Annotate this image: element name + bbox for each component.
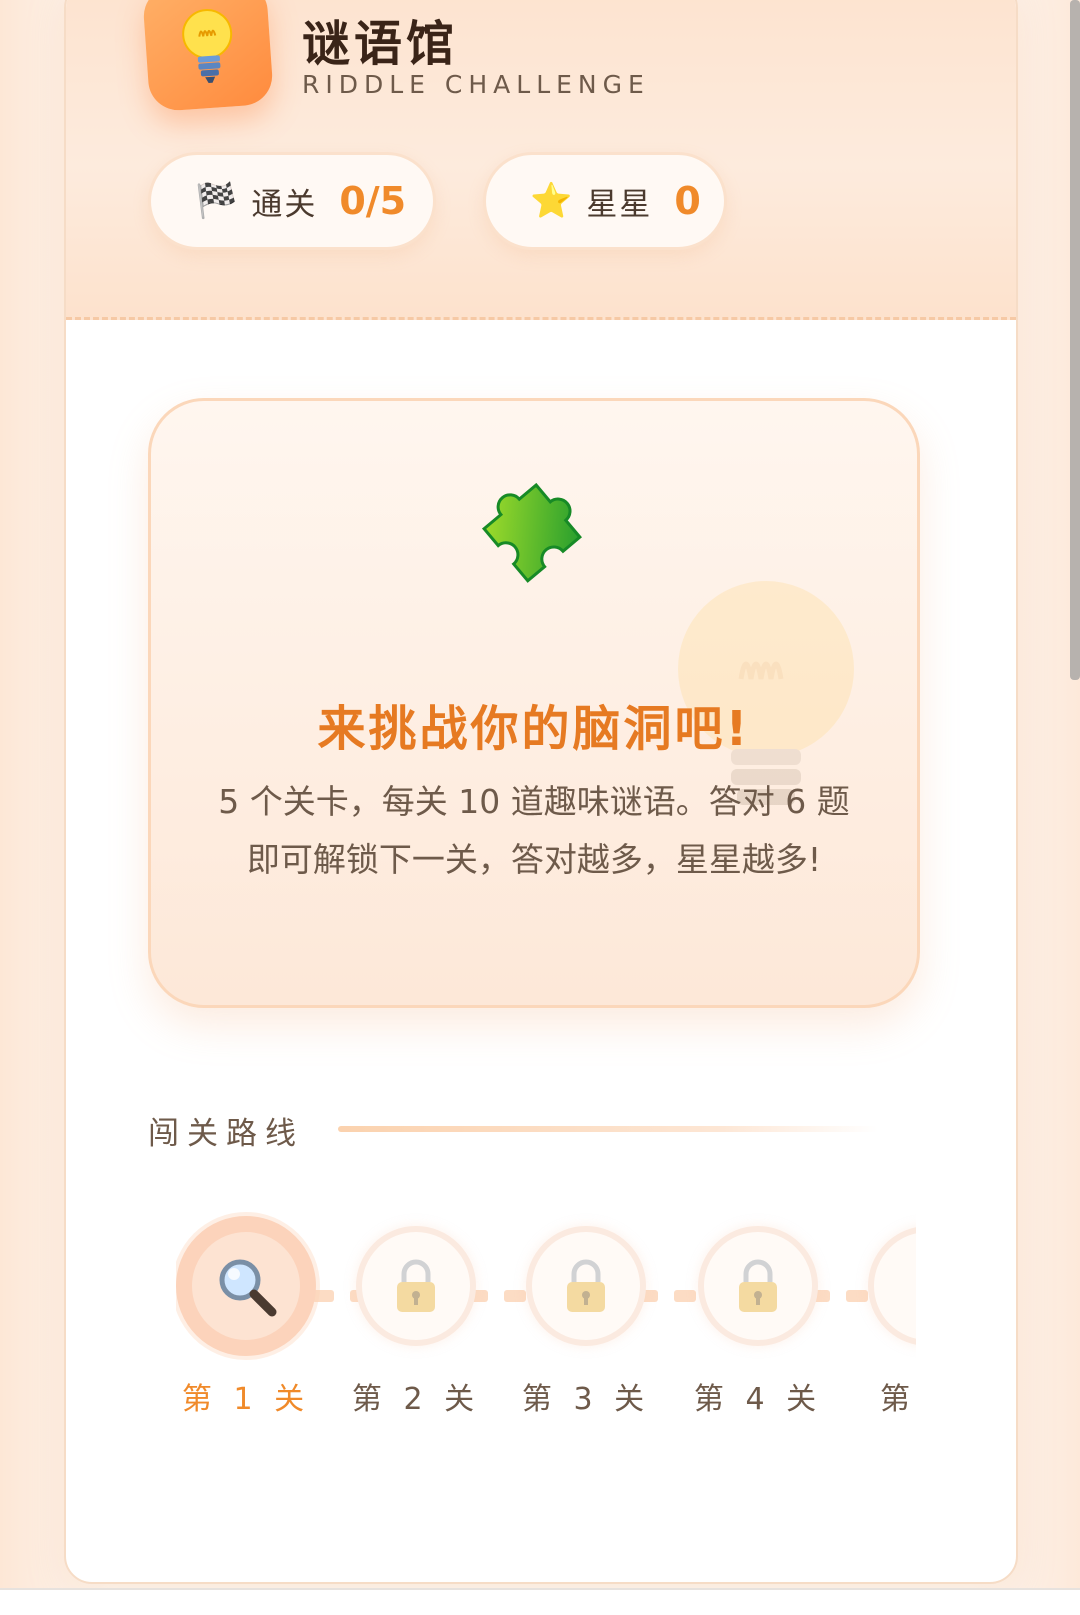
pass-count-pill: 🏁 通关 0/5 [148, 152, 436, 250]
lightbulb-icon [182, 9, 233, 84]
intro-heading: 来挑战你的脑洞吧! [317, 701, 751, 757]
star-label: 星星 [586, 186, 653, 223]
header: 谜语馆 RIDDLE CHALLENGE 🏁 通关 0/5 ⭐ 星星 0 [66, 0, 1016, 320]
lock-icon [397, 1259, 435, 1312]
route-connector [504, 1290, 526, 1302]
level-1-node[interactable] [176, 1216, 316, 1356]
star-value: 0 [674, 179, 701, 223]
app-icon [141, 0, 275, 113]
level-4-label: 第 4 关 [693, 1382, 823, 1412]
pass-value: 0/5 [339, 179, 407, 223]
level-4-node[interactable] [698, 1226, 818, 1346]
route-connector [674, 1290, 696, 1302]
route-section-title: 闯关路线 [148, 1116, 304, 1152]
level-route: 第 1 关 第 2 关 第 3 关 第 4 关 第 [176, 1212, 916, 1412]
intro-description: 5 个关卡，每关 10 道趣味谜语。答对 6 题即可解锁下一关，答对越多，星星越… [218, 782, 850, 879]
app-subtitle: RIDDLE CHALLENGE [302, 70, 650, 99]
lock-icon [739, 1259, 777, 1312]
checkered-flag-icon: 🏁 [195, 181, 238, 221]
star-count-pill: ⭐ 星星 0 [483, 152, 727, 250]
main-card: 谜语馆 RIDDLE CHALLENGE 🏁 通关 0/5 ⭐ 星星 0 来挑战… [64, 0, 1018, 1584]
level-3-label: 第 3 关 [521, 1382, 651, 1412]
level-5-node[interactable] [868, 1226, 916, 1346]
level-2-label: 第 2 关 [351, 1382, 481, 1412]
star-icon: ⭐ [530, 181, 573, 221]
app-title: 谜语馆 [302, 16, 459, 72]
magnifier-icon [219, 1259, 277, 1317]
level-2-node[interactable] [356, 1226, 476, 1346]
bottom-bar [0, 1588, 1080, 1615]
lock-icon [567, 1259, 605, 1312]
level-3-node[interactable] [526, 1226, 646, 1346]
route-section-divider [338, 1126, 878, 1132]
intro-card: 来挑战你的脑洞吧! 5 个关卡，每关 10 道趣味谜语。答对 6 题即可解锁下一… [148, 398, 920, 1008]
puzzle-icon [481, 482, 582, 583]
scrollbar[interactable] [1070, 0, 1080, 680]
pass-label: 通关 [251, 186, 318, 223]
level-5-label: 第 [880, 1382, 916, 1412]
level-1-label: 第 1 关 [181, 1382, 311, 1412]
route-connector [846, 1290, 868, 1302]
